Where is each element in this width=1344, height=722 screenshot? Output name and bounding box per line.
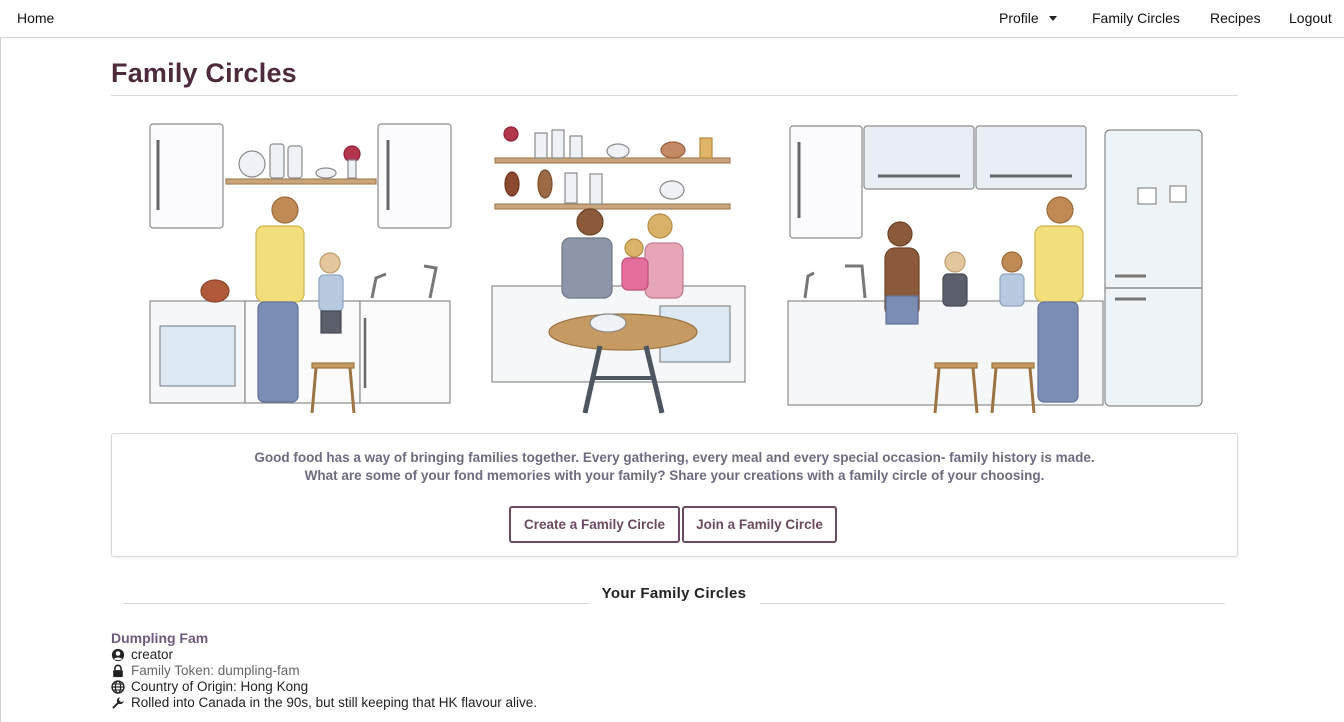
intro-text: Good food has a way of bringing families… bbox=[112, 449, 1237, 485]
circle-token-row: Family Token: dumpling-fam bbox=[111, 663, 300, 678]
circle-token: Family Token: dumpling-fam bbox=[131, 663, 300, 678]
section-title: Your Family Circles bbox=[601, 585, 747, 602]
section-divider-left bbox=[124, 603, 590, 604]
globe-icon bbox=[111, 679, 125, 694]
nav-profile-label: Profile bbox=[999, 10, 1039, 26]
nav-logout-link[interactable]: Logout bbox=[1289, 10, 1332, 26]
user-circle-icon bbox=[111, 648, 125, 661]
intro-line-1: Good food has a way of bringing families… bbox=[254, 450, 1095, 465]
circle-origin: Country of Origin: Hong Kong bbox=[131, 679, 309, 694]
page-title: Family Circles bbox=[111, 58, 297, 88]
top-navbar: Home Profile Family Circles Recipes Logo… bbox=[0, 0, 1344, 38]
circle-role-row: creator bbox=[111, 647, 173, 662]
intro-card: Good food has a way of bringing families… bbox=[111, 433, 1238, 557]
circle-description-row: Rolled into Canada in the 90s, but still… bbox=[111, 695, 537, 710]
circle-role: creator bbox=[131, 647, 174, 662]
nav-family-circles-link[interactable]: Family Circles bbox=[1092, 10, 1180, 26]
nav-home-link[interactable]: Home bbox=[17, 10, 54, 26]
nav-profile-dropdown[interactable]: Profile bbox=[999, 10, 1057, 26]
chevron-down-icon bbox=[1048, 16, 1057, 21]
circle-description: Rolled into Canada in the 90s, but still… bbox=[131, 695, 537, 710]
intro-line-2: What are some of your fond memories with… bbox=[304, 468, 1045, 483]
lock-icon bbox=[113, 664, 123, 677]
circle-origin-row: Country of Origin: Hong Kong bbox=[111, 679, 308, 694]
join-family-circle-button[interactable]: Join a Family Circle bbox=[682, 506, 837, 543]
section-divider-right bbox=[760, 603, 1225, 604]
family-kitchen-illustration bbox=[149, 123, 1203, 414]
wrench-icon bbox=[112, 696, 124, 709]
left-border bbox=[0, 38, 1, 722]
family-circle-name-link[interactable]: Dumpling Fam bbox=[111, 630, 208, 646]
title-divider bbox=[111, 95, 1238, 96]
create-family-circle-button[interactable]: Create a Family Circle bbox=[509, 506, 680, 543]
nav-recipes-link[interactable]: Recipes bbox=[1210, 10, 1261, 26]
